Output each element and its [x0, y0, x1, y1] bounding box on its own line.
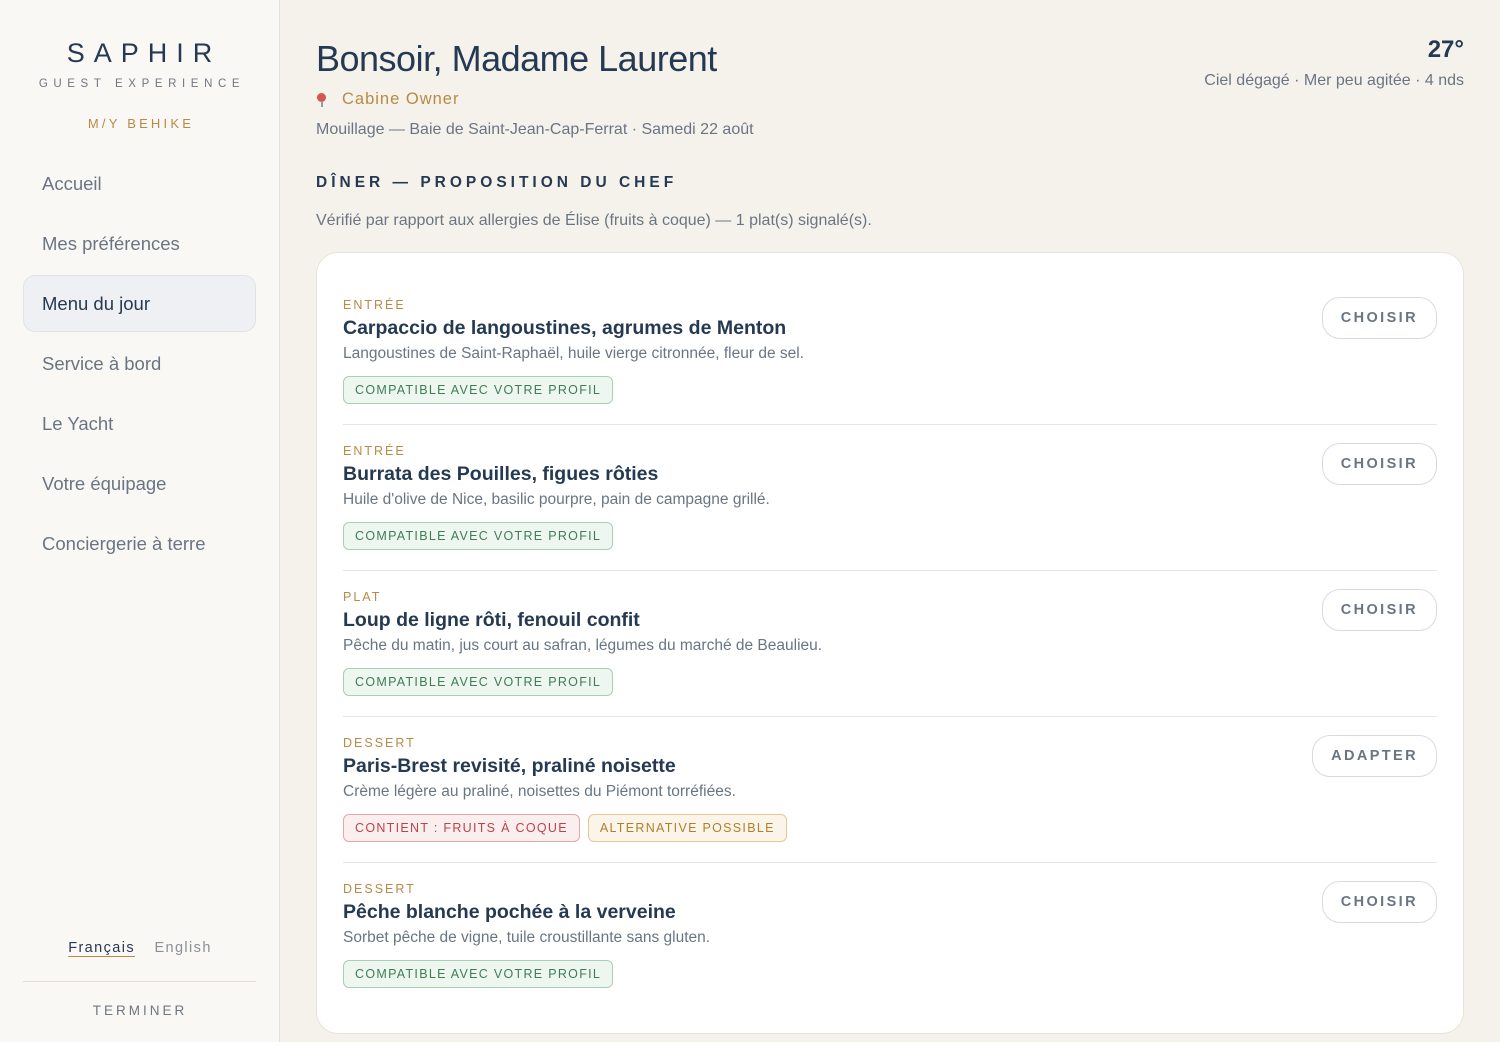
- choose-button[interactable]: CHOISIR: [1321, 297, 1437, 339]
- guest-role: Cabine Owner: [316, 90, 459, 109]
- weather-conditions: Ciel dégagé · Mer peu agitée · 4 nds: [1204, 72, 1464, 89]
- brand: SAPHIR GUEST EXPERIENCE M/Y BEHIKE: [0, 0, 279, 131]
- page-title: Bonsoir, Madame Laurent: [316, 38, 717, 79]
- weather-widget: 27° Ciel dégagé · Mer peu agitée · 4 nds: [1204, 36, 1464, 90]
- dish-tags: CONTIENT : FRUITS À COQUE ALTERNATIVE PO…: [343, 814, 787, 842]
- dish-tags: COMPATIBLE AVEC VOTRE PROFIL: [343, 522, 614, 550]
- compatibility-badge: COMPATIBLE AVEC VOTRE PROFIL: [343, 960, 614, 988]
- pin-icon: [316, 92, 326, 107]
- dish-description: Crème légère au praliné, noisettes du Pi…: [343, 783, 736, 800]
- dish-description: Sorbet pêche de vigne, tuile croustillan…: [343, 929, 711, 946]
- language-switcher: Français English: [0, 940, 280, 956]
- dish-item: ENTRÉE Burrata des Pouilles, figues rôti…: [343, 425, 1437, 571]
- allergy-check-note: Vérifié par rapport aux allergies de Éli…: [316, 212, 872, 229]
- finish-button[interactable]: TERMINER: [0, 1003, 280, 1018]
- allergen-warning-badge: CONTIENT : FRUITS À COQUE: [343, 814, 580, 842]
- dish-course: DESSERT: [343, 882, 416, 896]
- dish-course: ENTRÉE: [343, 444, 406, 458]
- section-title: DÎNER — PROPOSITION DU CHEF: [316, 174, 678, 191]
- menu-card: ENTRÉE Carpaccio de langoustines, agrume…: [316, 252, 1464, 1034]
- language-english[interactable]: English: [154, 940, 211, 956]
- sidebar-nav: Accueil Mes préférences Menu du jour Ser…: [23, 155, 256, 575]
- dish-item: DESSERT Paris-Brest revisité, praliné no…: [343, 717, 1437, 863]
- choose-button[interactable]: CHOISIR: [1321, 881, 1437, 923]
- dish-course: PLAT: [343, 590, 382, 604]
- sidebar-item-conciergerie[interactable]: Conciergerie à terre: [23, 515, 256, 572]
- language-francais[interactable]: Français: [68, 940, 135, 956]
- dish-description: Langoustines de Saint-Raphaël, huile vie…: [343, 345, 804, 362]
- choose-button[interactable]: CHOISIR: [1321, 443, 1437, 485]
- sidebar-divider: [23, 981, 256, 982]
- dish-description: Huile d'olive de Nice, basilic pourpre, …: [343, 491, 770, 508]
- dish-item: DESSERT Pêche blanche pochée à la vervei…: [343, 863, 1437, 1009]
- dish-tags: COMPATIBLE AVEC VOTRE PROFIL: [343, 668, 614, 696]
- brand-logo: SAPHIR: [66, 38, 222, 68]
- sidebar-item-preferences[interactable]: Mes préférences: [23, 215, 256, 272]
- sidebar: SAPHIR GUEST EXPERIENCE M/Y BEHIKE Accue…: [0, 0, 280, 1042]
- temperature: 27°: [1427, 36, 1464, 63]
- dish-item: ENTRÉE Carpaccio de langoustines, agrume…: [343, 279, 1437, 425]
- yacht-name: M/Y BEHIKE: [87, 116, 195, 131]
- compatibility-badge: COMPATIBLE AVEC VOTRE PROFIL: [343, 522, 614, 550]
- sidebar-item-service[interactable]: Service à bord: [23, 335, 256, 392]
- dish-tags: COMPATIBLE AVEC VOTRE PROFIL: [343, 960, 614, 988]
- dish-name: Carpaccio de langoustines, agrumes de Me…: [343, 317, 787, 339]
- sidebar-item-equipage[interactable]: Votre équipage: [23, 455, 256, 512]
- choose-button[interactable]: CHOISIR: [1321, 589, 1437, 631]
- alternative-badge: ALTERNATIVE POSSIBLE: [587, 814, 787, 842]
- location-date: Mouillage — Baie de Saint-Jean-Cap-Ferra…: [316, 121, 754, 138]
- compatibility-badge: COMPATIBLE AVEC VOTRE PROFIL: [343, 376, 614, 404]
- dish-item: PLAT Loup de ligne rôti, fenouil confit …: [343, 571, 1437, 717]
- guest-role-label: Cabine Owner: [342, 90, 460, 108]
- dish-name: Burrata des Pouilles, figues rôties: [343, 463, 659, 485]
- compatibility-badge: COMPATIBLE AVEC VOTRE PROFIL: [343, 668, 614, 696]
- dish-description: Pêche du matin, jus court au safran, lég…: [343, 637, 823, 654]
- adapt-button[interactable]: ADAPTER: [1312, 735, 1437, 777]
- dish-tags: COMPATIBLE AVEC VOTRE PROFIL: [343, 376, 614, 404]
- dish-name: Loup de ligne rôti, fenouil confit: [343, 609, 640, 631]
- sidebar-item-yacht[interactable]: Le Yacht: [23, 395, 256, 452]
- dish-course: DESSERT: [343, 736, 416, 750]
- sidebar-item-accueil[interactable]: Accueil: [23, 155, 256, 212]
- brand-subtitle: GUEST EXPERIENCE: [38, 78, 246, 90]
- dish-name: Pêche blanche pochée à la verveine: [343, 901, 676, 923]
- sidebar-item-menu-du-jour[interactable]: Menu du jour: [23, 275, 256, 332]
- dish-name: Paris-Brest revisité, praliné noisette: [343, 755, 676, 777]
- dish-course: ENTRÉE: [343, 298, 406, 312]
